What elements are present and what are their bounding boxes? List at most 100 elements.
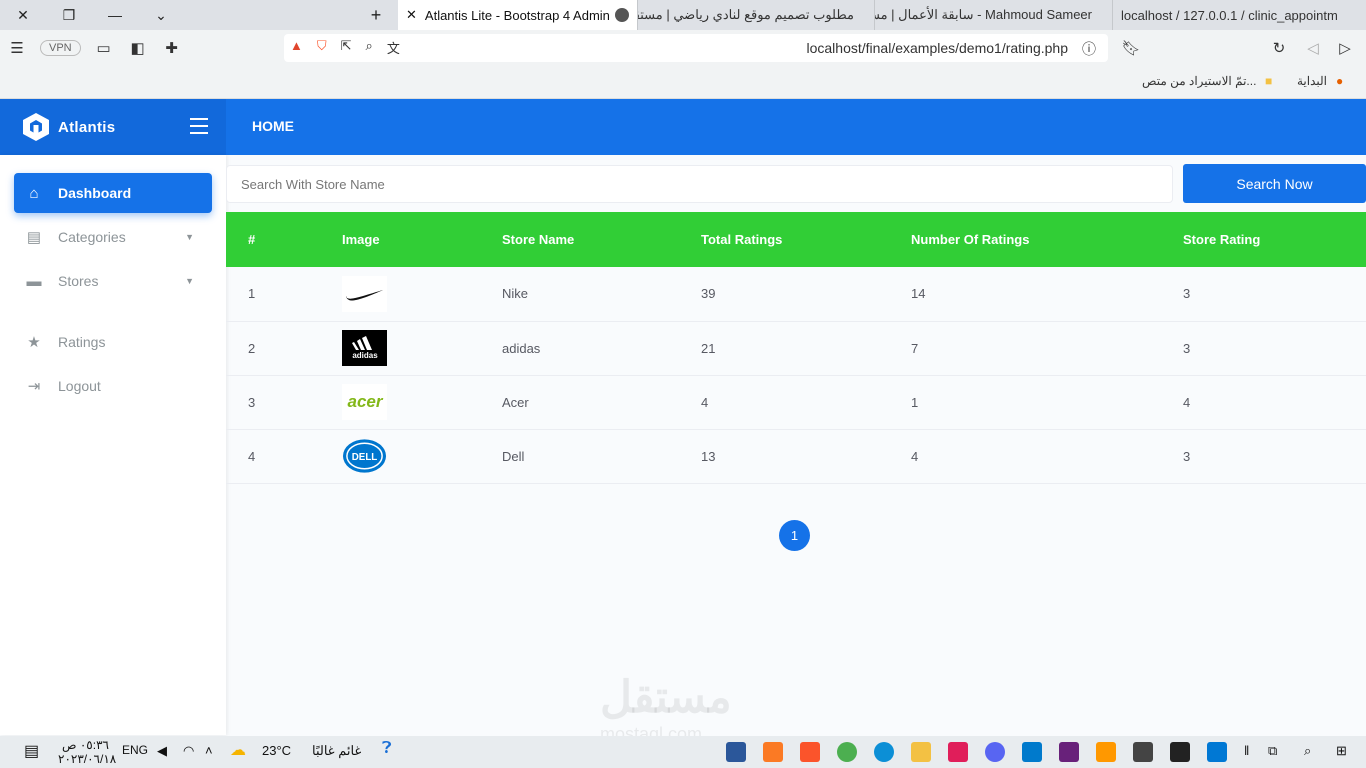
address-bar[interactable]: ▲ ⛉ ⇱ ⌕ 文 localhost/final/examples/demo1… <box>284 34 1108 62</box>
new-tab-icon[interactable]: + <box>354 0 398 30</box>
row-id: 3 <box>248 394 256 410</box>
task-view-icon[interactable]: ⧉ <box>1268 743 1277 759</box>
back-icon[interactable]: ▷ <box>1328 30 1362 66</box>
slack-app-icon[interactable] <box>948 742 968 762</box>
notifications-icon[interactable]: ▤ <box>24 741 39 761</box>
show-hidden-icons-icon[interactable]: ˄ <box>205 743 213 758</box>
tab-atlantis[interactable]: ✕ Atlantis Lite - Bootstrap 4 Admin <box>398 0 638 30</box>
svg-text:adidas: adidas <box>352 351 378 360</box>
menu-icon[interactable]: ☰ <box>0 30 34 66</box>
xampp-app-icon[interactable] <box>763 742 783 762</box>
home-link[interactable]: HOME <box>252 118 294 134</box>
close-window-icon[interactable]: ✕ <box>0 0 46 30</box>
column-header-number: # <box>248 232 256 247</box>
weather-temp[interactable]: 23°C <box>262 743 291 758</box>
table-header-row: # Image Store Name Total Ratings Number … <box>226 212 1366 267</box>
store-search-input[interactable] <box>226 165 1173 203</box>
caret-down-icon: ▼ <box>185 276 194 286</box>
sidebar-item-logout[interactable]: ⇥ Logout <box>14 366 212 406</box>
site-info-icon[interactable]: ⓘ <box>1082 39 1096 59</box>
volume-icon[interactable]: ◀︎ <box>157 743 167 759</box>
sublime-app-icon[interactable] <box>1096 742 1116 762</box>
taskbar-date[interactable]: ٢٠٢٣/٠٦/١٨ <box>58 752 116 766</box>
search-now-button[interactable]: Search Now <box>1183 164 1366 203</box>
bookmark-imported[interactable]: تمّ الاستيراد من متص... <box>1142 74 1256 88</box>
table-row: 3 acer Acer 4 1 4 <box>226 375 1366 429</box>
wallet-icon[interactable]: ▭ <box>87 30 121 66</box>
brave-shields-icon[interactable]: ⛉ <box>317 38 327 57</box>
extensions-icon[interactable]: ✚ <box>155 30 189 66</box>
taskbar-time[interactable]: ٠٥:٣٦ ص <box>62 738 109 752</box>
start-icon[interactable]: ⊞ <box>1336 743 1347 759</box>
table-row: 4 DELL Dell 13 4 3 <box>226 429 1366 483</box>
number-of-ratings: 1 <box>911 394 919 410</box>
chrome-app-icon[interactable] <box>837 742 857 762</box>
edge-app-icon[interactable] <box>874 742 894 762</box>
pagination-page-1[interactable]: 1 <box>779 520 810 551</box>
mostaql-watermark: مستقل <box>600 673 732 722</box>
forward-icon[interactable]: ◁ <box>1296 30 1330 66</box>
bookmark-start[interactable]: البداية <box>1297 74 1327 88</box>
sidebar-item-label: Stores <box>58 273 99 289</box>
sidebar-item-label: Categories <box>58 229 126 245</box>
dell-logo: DELL <box>342 438 387 474</box>
widgets-icon[interactable]: ‖ <box>1244 743 1249 758</box>
sidebar-item-ratings[interactable]: ★ Ratings <box>14 322 212 362</box>
sidebar-item-dashboard[interactable]: ⌂ Dashboard <box>14 173 212 213</box>
discord-app-icon[interactable] <box>985 742 1005 762</box>
visual-studio-app-icon[interactable] <box>1059 742 1079 762</box>
file-explorer-app-icon[interactable] <box>911 742 931 762</box>
store-rating: 3 <box>1183 286 1191 302</box>
help-icon[interactable]: ❓︎ <box>382 740 392 758</box>
weather-desc[interactable]: غائم غالبًا <box>312 743 361 759</box>
language-indicator[interactable]: ENG <box>122 743 148 757</box>
store-rating: 4 <box>1183 394 1191 410</box>
word-app-icon[interactable] <box>726 742 746 762</box>
reload-icon[interactable]: ↻ <box>1262 30 1296 66</box>
sidebar-item-stores[interactable]: ▬ Stores ▼ <box>14 261 212 301</box>
row-id: 2 <box>248 340 256 356</box>
nike-logo <box>342 275 387 312</box>
sidebar-item-categories[interactable]: ▤ Categories ▼ <box>14 217 212 257</box>
tab-mostaql-gym[interactable]: مطلوب تصميم موقع لنادي رياضي | مستقل <box>638 0 875 30</box>
tab-list-chevron-icon[interactable]: ⌄ <box>138 0 184 30</box>
tab-title: localhost / 127.0.0.1 / clinic_appointm <box>1121 7 1338 23</box>
tab-title: Mahmoud Sameer - سابقة الأعمال | مستقل <box>875 7 1092 22</box>
adidas-logo: adidas <box>342 330 387 366</box>
search-icon[interactable]: ⌕ <box>1304 743 1311 759</box>
number-of-ratings: 14 <box>911 286 926 302</box>
tab-phpmyadmin[interactable]: localhost / 127.0.0.1 / clinic_appointm <box>1113 0 1357 30</box>
rewards-icon[interactable]: ▲ <box>290 38 303 57</box>
row-id: 4 <box>248 448 256 464</box>
store-icon: ▬ <box>26 272 42 290</box>
column-header-total-ratings: Total Ratings <box>701 232 783 247</box>
translate-icon[interactable]: 文 <box>387 38 400 57</box>
remote-desktop-app-icon[interactable] <box>1207 742 1227 762</box>
share-icon[interactable]: ⇱ <box>341 38 352 57</box>
xm-app-icon[interactable] <box>1170 742 1190 762</box>
atlantis-logo-icon[interactable] <box>22 112 50 142</box>
zoom-icon[interactable]: ⌕ <box>366 38 373 57</box>
sidebar: ⌂ Dashboard ▤ Categories ▼ ▬ Stores ▼ ★ … <box>0 155 226 735</box>
close-tab-icon[interactable]: ✕ <box>406 7 417 23</box>
hamburger-menu-icon[interactable] <box>190 118 208 139</box>
wifi-icon[interactable]: ◠ <box>183 743 194 759</box>
caret-down-icon: ▼ <box>185 232 194 242</box>
brand-name[interactable]: Atlantis <box>58 119 115 136</box>
row-id: 1 <box>248 286 256 302</box>
tab-mostaql-profile[interactable]: Mahmoud Sameer - سابقة الأعمال | مستقل <box>875 0 1113 30</box>
bookmark-icon[interactable]: 🔖︎ <box>1114 30 1148 66</box>
restore-window-icon[interactable]: ❐ <box>46 0 92 30</box>
number-of-ratings: 4 <box>911 448 919 464</box>
store-rating: 3 <box>1183 340 1191 356</box>
hexagon-app-icon[interactable] <box>1133 742 1153 762</box>
vpn-button[interactable]: VPN <box>40 40 81 56</box>
table-row: 1 Nike 39 14 3 <box>226 267 1366 321</box>
total-ratings: 4 <box>701 394 709 410</box>
brave-app-icon[interactable] <box>800 742 820 762</box>
sidebar-icon[interactable]: ◧ <box>121 30 155 66</box>
minimize-window-icon[interactable]: — <box>92 0 138 30</box>
url-text[interactable]: localhost/final/examples/demo1/rating.ph… <box>807 40 1069 56</box>
vscode-app-icon[interactable] <box>1022 742 1042 762</box>
column-header-store-name: Store Name <box>502 232 575 247</box>
